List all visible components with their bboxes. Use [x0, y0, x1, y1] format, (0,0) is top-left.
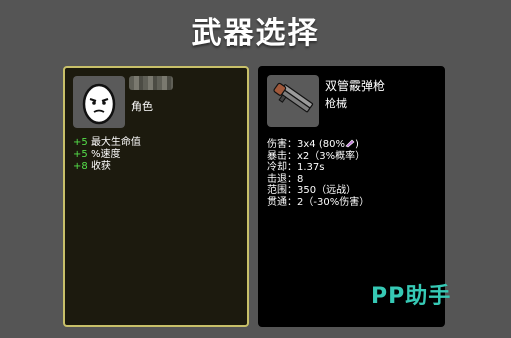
weapon-stat-label: 伤害：: [267, 139, 297, 150]
character-portrait: [73, 76, 125, 128]
weapon-stat-row: 击退：8: [267, 174, 369, 186]
character-type-label: 角色: [131, 100, 153, 113]
weapon-stat-label: 冷却：: [267, 162, 297, 173]
weapon-stat-value: 8: [297, 173, 304, 185]
watermark-logo: PP助手: [371, 284, 452, 309]
weapon-stat-row: 冷却：1.37s: [267, 162, 369, 174]
weapon-stat-tail: ): [354, 139, 359, 150]
stat-bonus: +5: [73, 149, 88, 160]
character-card[interactable]: 角色 +5 最大生命值 +5 %速度 +8 收获: [63, 66, 249, 327]
weapon-stat-label: 暴击：: [267, 150, 297, 162]
stat-row: +8 收获: [73, 161, 141, 173]
weapon-stat-label: 范围：: [267, 185, 297, 196]
page-title: 武器选择: [191, 16, 320, 51]
weapon-stat-row: 暴击：x2（3%概率）: [267, 151, 369, 163]
shotgun-icon: [273, 82, 314, 113]
character-stat-list: +5 最大生命值 +5 %速度 +8 收获: [73, 137, 141, 173]
weapon-stat-label: 击退：: [267, 173, 297, 185]
stat-label: 收获: [90, 161, 111, 172]
weapon-type: 枪械: [325, 97, 347, 110]
stat-bonus: +5: [73, 137, 88, 148]
weapon-stat-row: 伤害：3x4 (80%): [267, 138, 369, 151]
stat-label: %速度: [90, 149, 121, 160]
weapon-stat-value: 1.37s: [297, 162, 325, 173]
weapon-stat-list: 伤害：3x4 (80%) 暴击：x2（3%概率） 冷却：1.37s 击退：8 范…: [267, 138, 369, 208]
weapon-stat-row: 贯通：2（-30%伤害）: [267, 197, 369, 209]
weapon-stat-value: 2（-30%伤害）: [297, 196, 370, 208]
stat-row: +5 %速度: [73, 149, 141, 161]
weapon-stat-row: 范围：350（远战）: [267, 185, 369, 197]
damage-scaling-icon: [345, 139, 355, 148]
stat-bonus: +8: [73, 161, 88, 172]
weapon-stat-value: 350（远战）: [297, 185, 357, 196]
weapon-stat-label: 贯通：: [267, 196, 297, 208]
weapon-stat-value: x2（3%概率）: [297, 150, 366, 162]
weapon-stat-value: 3x4 (80%: [297, 139, 345, 150]
stat-row: +5 最大生命值: [73, 137, 141, 149]
weapon-portrait: [267, 75, 319, 127]
stat-label: 最大生命值: [90, 137, 141, 148]
character-name-blurred: [129, 76, 173, 90]
egg-character-icon: [82, 83, 116, 125]
weapon-name: 双管霰弹枪: [325, 79, 386, 93]
